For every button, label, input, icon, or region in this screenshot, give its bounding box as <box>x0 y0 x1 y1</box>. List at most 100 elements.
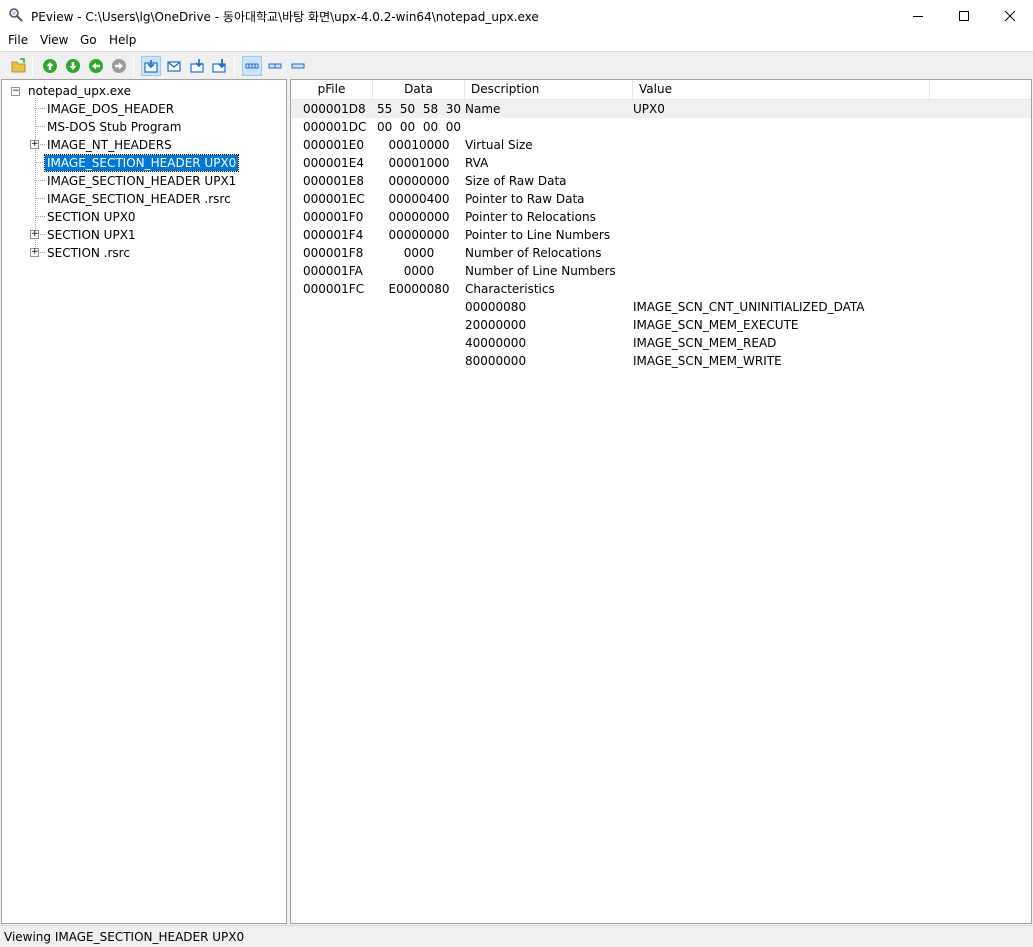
forward-button[interactable] <box>63 56 83 76</box>
toolbar-separator <box>133 56 134 76</box>
tree-item-section-header-upx0[interactable]: IMAGE_SECTION_HEADER UPX0 <box>43 154 240 172</box>
cell-pfile: 000001E8 <box>303 174 365 188</box>
down-button[interactable] <box>109 56 129 76</box>
tree-item-label: SECTION UPX1 <box>47 228 136 242</box>
cell-data: 00000000 <box>388 174 450 188</box>
tree-item-image-nt-headers[interactable]: IMAGE_NT_HEADERS <box>45 136 174 154</box>
tree-item-section-header-rsrc[interactable]: IMAGE_SECTION_HEADER .rsrc <box>45 190 233 208</box>
menu-go[interactable]: Go <box>80 33 97 47</box>
tree-item-label: IMAGE_SECTION_HEADER .rsrc <box>47 192 231 206</box>
minimize-icon <box>913 15 923 17</box>
tree-item-label: IMAGE_NT_HEADERS <box>47 138 172 152</box>
column-header-value[interactable]: Value <box>633 80 930 99</box>
column-header-data[interactable]: Data <box>373 80 465 99</box>
back-icon <box>43 59 57 73</box>
table-row[interactable]: 000001FA 0000 Number of Line Numbers <box>291 262 1031 280</box>
cell-pfile: 000001EC <box>303 192 365 206</box>
table-row[interactable]: 000001D8 55 50 58 30 Name UPX0 <box>291 100 1031 118</box>
view-qword-button[interactable] <box>209 56 229 76</box>
column-header-description[interactable]: Description <box>465 80 633 99</box>
cell-data: 00000000 <box>388 210 450 224</box>
tree-collapse-toggle[interactable]: − <box>11 87 20 96</box>
table-row[interactable]: 40000000 IMAGE_SCN_MEM_READ <box>291 334 1031 352</box>
cell-data: 00001000 <box>388 156 450 170</box>
view-large-button[interactable] <box>288 56 308 76</box>
view-details-icon <box>245 63 259 69</box>
tree-item-ms-dos-stub[interactable]: MS-DOS Stub Program <box>45 118 183 136</box>
cell-value: UPX0 <box>633 102 665 116</box>
view-details-button[interactable] <box>242 56 262 76</box>
tree-item-section-rsrc[interactable]: SECTION .rsrc <box>45 244 132 262</box>
cell-data: E0000080 <box>388 282 450 296</box>
detail-list-pane[interactable]: pFile Data Description Value 000001D8 55 … <box>290 79 1032 924</box>
table-row[interactable]: 00000080 IMAGE_SCN_CNT_UNINITIALIZED_DATA <box>291 298 1031 316</box>
view-small-button[interactable] <box>265 56 285 76</box>
cell-data: 00000400 <box>388 192 450 206</box>
tree-connector <box>35 108 45 109</box>
cell-value: IMAGE_SCN_MEM_EXECUTE <box>633 318 799 332</box>
table-row[interactable]: 000001E0 00010000 Virtual Size <box>291 136 1031 154</box>
minimize-button[interactable] <box>895 0 941 31</box>
menu-view[interactable]: View <box>40 33 68 47</box>
close-icon <box>1004 10 1016 21</box>
cell-data: 00 00 00 00 <box>377 120 461 134</box>
view-word-button[interactable] <box>164 56 184 76</box>
tree-item-section-header-upx1[interactable]: IMAGE_SECTION_HEADER UPX1 <box>45 172 238 190</box>
cell-data: 00010000 <box>388 138 450 152</box>
cell-value: IMAGE_SCN_MEM_WRITE <box>633 354 782 368</box>
tree-connector <box>35 216 45 217</box>
column-header-pfile[interactable]: pFile <box>291 80 373 99</box>
tree-item-section-upx0[interactable]: SECTION UPX0 <box>45 208 138 226</box>
cell-data: 55 50 58 30 <box>377 102 461 116</box>
table-row[interactable]: 000001EC 00000400 Pointer to Raw Data <box>291 190 1031 208</box>
up-button[interactable] <box>86 56 106 76</box>
view-byte-icon <box>144 60 158 73</box>
view-byte-button[interactable] <box>141 56 161 76</box>
cell-description: Name <box>465 102 501 116</box>
cell-description: 20000000 <box>465 318 527 332</box>
section-tree-pane[interactable]: − notepad_upx.exe IMAGE_DOS_HEADER MS-DO… <box>1 79 287 924</box>
view-dword-button[interactable] <box>187 56 207 76</box>
table-row[interactable]: 000001E4 00001000 RVA <box>291 154 1031 172</box>
table-row[interactable]: 80000000 IMAGE_SCN_MEM_WRITE <box>291 352 1031 370</box>
table-row[interactable]: 000001E8 00000000 Size of Raw Data <box>291 172 1031 190</box>
tree-expand-toggle[interactable]: + <box>30 140 39 149</box>
back-button[interactable] <box>40 56 60 76</box>
table-row[interactable]: 000001FC E0000080 Characteristics <box>291 280 1031 298</box>
tree-item-image-dos-header[interactable]: IMAGE_DOS_HEADER <box>45 100 176 118</box>
cell-pfile: 000001E0 <box>303 138 365 152</box>
table-row[interactable]: 000001F0 00000000 Pointer to Relocations <box>291 208 1031 226</box>
tree-root-label: notepad_upx.exe <box>28 84 132 98</box>
open-file-icon <box>11 58 26 73</box>
table-row[interactable]: 000001F4 00000000 Pointer to Line Numbers <box>291 226 1031 244</box>
menu-help[interactable]: Help <box>109 33 136 47</box>
cell-description: Pointer to Raw Data <box>465 192 585 206</box>
menu-file[interactable]: File <box>8 33 28 47</box>
cell-description: 80000000 <box>465 354 527 368</box>
cell-description: Size of Raw Data <box>465 174 567 188</box>
up-icon <box>89 59 103 73</box>
down-icon <box>112 59 126 73</box>
tree-item-label: IMAGE_DOS_HEADER <box>47 102 175 116</box>
tree-item-label: SECTION .rsrc <box>47 246 130 260</box>
open-file-button[interactable] <box>9 56 29 76</box>
table-row[interactable]: 000001F8 0000 Number of Relocations <box>291 244 1031 262</box>
cell-data: 00000000 <box>388 228 450 242</box>
toolbar-separator <box>234 56 235 76</box>
tree-root[interactable]: notepad_upx.exe <box>26 82 133 100</box>
cell-value: IMAGE_SCN_MEM_READ <box>633 336 777 350</box>
table-row[interactable]: 20000000 IMAGE_SCN_MEM_EXECUTE <box>291 316 1031 334</box>
tree-item-label: SECTION UPX0 <box>47 210 136 224</box>
menu-bar: File View Go Help <box>0 31 1033 51</box>
close-button[interactable] <box>987 0 1033 31</box>
cell-pfile: 000001FA <box>303 264 363 278</box>
tree-expand-toggle[interactable]: + <box>30 230 39 239</box>
cell-description: RVA <box>465 156 489 170</box>
tree-expand-toggle[interactable]: + <box>30 248 39 257</box>
maximize-button[interactable] <box>941 0 987 31</box>
tree-connector <box>35 162 45 163</box>
tree-connector <box>35 180 45 181</box>
tree-item-section-upx1[interactable]: SECTION UPX1 <box>45 226 138 244</box>
table-row[interactable]: 000001DC 00 00 00 00 <box>291 118 1031 136</box>
cell-pfile: 000001D8 <box>303 102 366 116</box>
